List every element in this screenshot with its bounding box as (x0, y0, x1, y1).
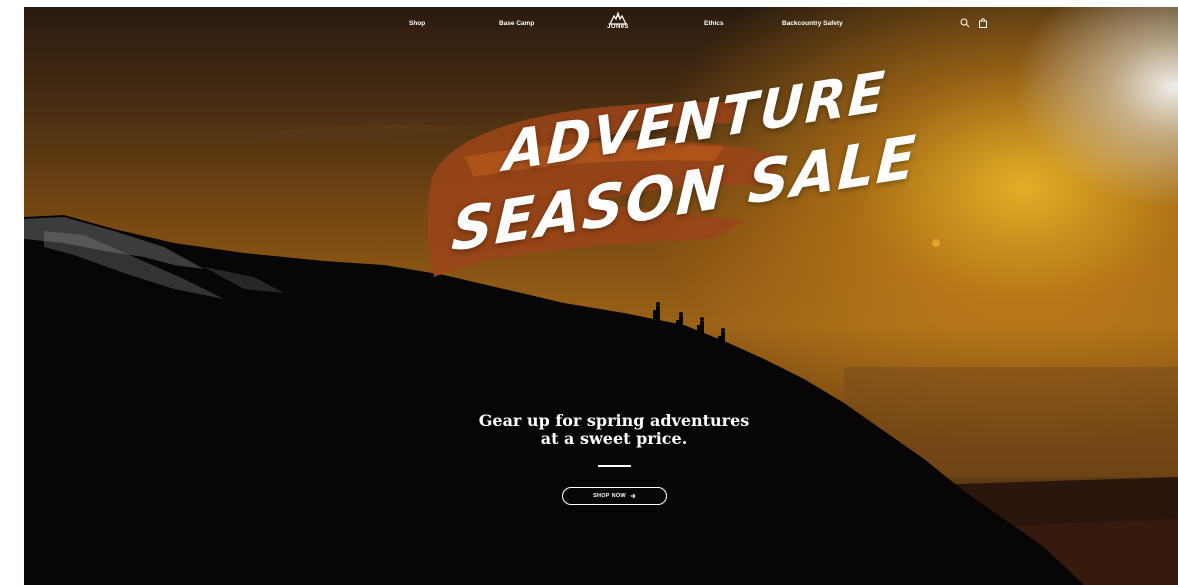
search-icon[interactable] (960, 18, 970, 28)
arrow-right-icon (630, 493, 636, 499)
shopping-bag-icon[interactable] (978, 18, 988, 28)
hero-banner: ADVENTURE SEASON SALE Shop Base Camp JON… (24, 7, 1178, 585)
shop-now-label: SHOP NOW (593, 493, 626, 499)
nav-item-ethics[interactable]: Ethics (704, 20, 724, 27)
shop-now-button[interactable]: SHOP NOW (562, 487, 667, 505)
tagline-line-1: Gear up for spring adventures (478, 411, 750, 430)
sale-headline: ADVENTURE SEASON SALE (414, 59, 919, 289)
mountain-logo-icon (609, 11, 627, 25)
nav-item-base-camp[interactable]: Base Camp (499, 20, 534, 27)
nav-item-shop[interactable]: Shop (409, 20, 425, 27)
logo-wordmark: JONeS (607, 24, 629, 30)
divider-line (598, 465, 631, 467)
tagline-line-2: at a sweet price. (540, 429, 688, 448)
nav-item-backcountry-safety[interactable]: Backcountry Safety (782, 20, 843, 27)
hero-tagline: Gear up for spring adventures at a sweet… (464, 412, 764, 448)
brand-logo[interactable]: JONeS (601, 11, 635, 37)
top-navigation: Shop Base Camp JONeS Ethics Backcountry … (24, 7, 1178, 43)
